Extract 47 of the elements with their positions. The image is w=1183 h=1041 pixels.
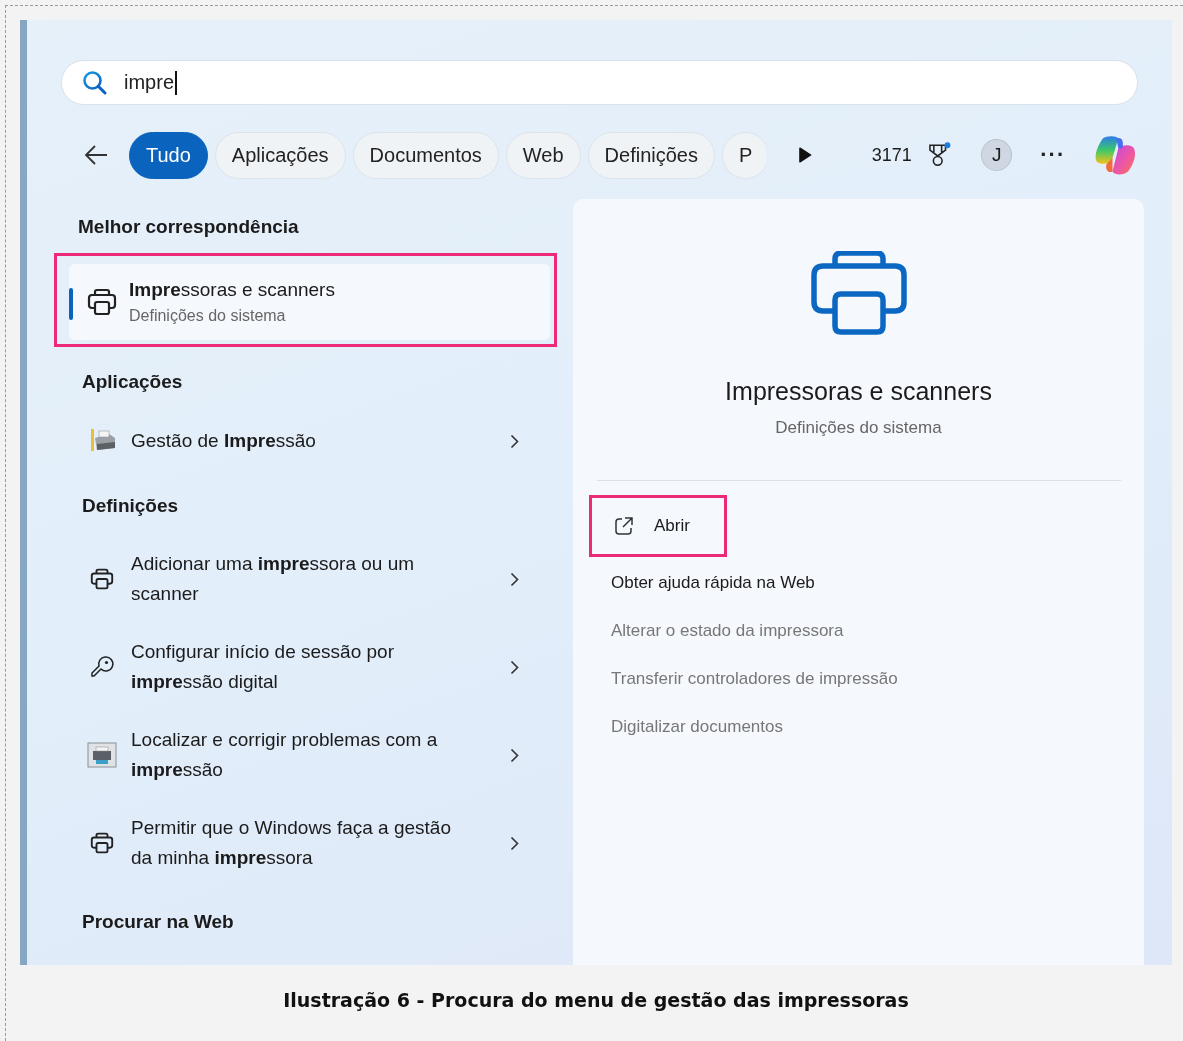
result-title: Gestão de Impressão: [131, 429, 317, 453]
detail-subtitle: Definições do sistema: [775, 418, 942, 438]
action-link[interactable]: Abrir: [592, 512, 690, 540]
avatar[interactable]: J: [981, 139, 1013, 171]
medal-icon[interactable]: [927, 142, 952, 168]
result-subtitle: Definições do sistema: [129, 307, 287, 325]
section-heading: Aplicações: [82, 371, 184, 393]
result-title: Configurar início de sessão por impressão digital: [131, 640, 395, 694]
filter-tab[interactable]: Web: [505, 131, 581, 179]
filter-tab[interactable]: Aplicações: [214, 131, 346, 179]
chevron-icon: [510, 835, 519, 851]
filter-tab[interactable]: Tudo: [129, 131, 208, 179]
chevron-icon: [510, 659, 519, 675]
figure-caption: Ilustração 6 - Procura do menu de gestão das impressoras: [282, 989, 910, 1011]
filter-tab[interactable]: P: [722, 131, 766, 179]
section-heading: Melhor correspondência: [78, 216, 300, 238]
printer-window-icon: [87, 742, 117, 768]
section-heading: Definições: [82, 495, 180, 517]
result-item[interactable]: Configurar início de sessão por impressão digital: [54, 623, 519, 711]
result-title: Localizar e corrigir problemas com a impressão: [131, 728, 439, 782]
action-link[interactable]: Obter ajuda rápida na Web: [589, 569, 815, 597]
points-count: 3171: [871, 144, 912, 166]
filter-tab[interactable]: Documentos: [352, 131, 499, 179]
chevron-icon: [510, 571, 519, 587]
result-item[interactable]: Permitir que o Windows faça a gestão da minha impressora: [54, 799, 519, 887]
chevron-icon: [510, 433, 519, 449]
search-icon: [82, 69, 108, 96]
search-text: impre: [124, 71, 174, 94]
chevron-icon: [510, 747, 519, 763]
play-icon[interactable]: [798, 147, 812, 163]
search-field[interactable]: impre: [61, 60, 1138, 105]
best-match-result[interactable]: Impressoras e scanners Definições do sistema: [69, 264, 550, 340]
open-external-icon: [614, 516, 634, 536]
result-item[interactable]: Localizar e corrigir problemas com a impressão: [54, 711, 519, 799]
printer-icon: [810, 251, 907, 335]
result-item[interactable]: Adicionar uma impressora ou um scanner: [54, 535, 519, 623]
result-item[interactable]: Gestão de Impressão: [54, 411, 519, 471]
copilot-logo-icon[interactable]: [1093, 134, 1138, 176]
printer-icon: [87, 288, 117, 316]
result-title: Impressoras e scanners: [129, 279, 335, 301]
back-button[interactable]: [83, 144, 109, 166]
result-title: Adicionar uma impressora ou um scanner: [131, 552, 416, 606]
detail-title: Impressoras e scanners: [725, 377, 992, 406]
filter-tab[interactable]: Definições: [587, 131, 715, 179]
more-button[interactable]: ···: [1036, 142, 1070, 168]
section-heading: Procurar na Web: [82, 911, 235, 933]
result-title: Permitir que o Windows faça a gestão da minha impressora: [131, 816, 452, 870]
